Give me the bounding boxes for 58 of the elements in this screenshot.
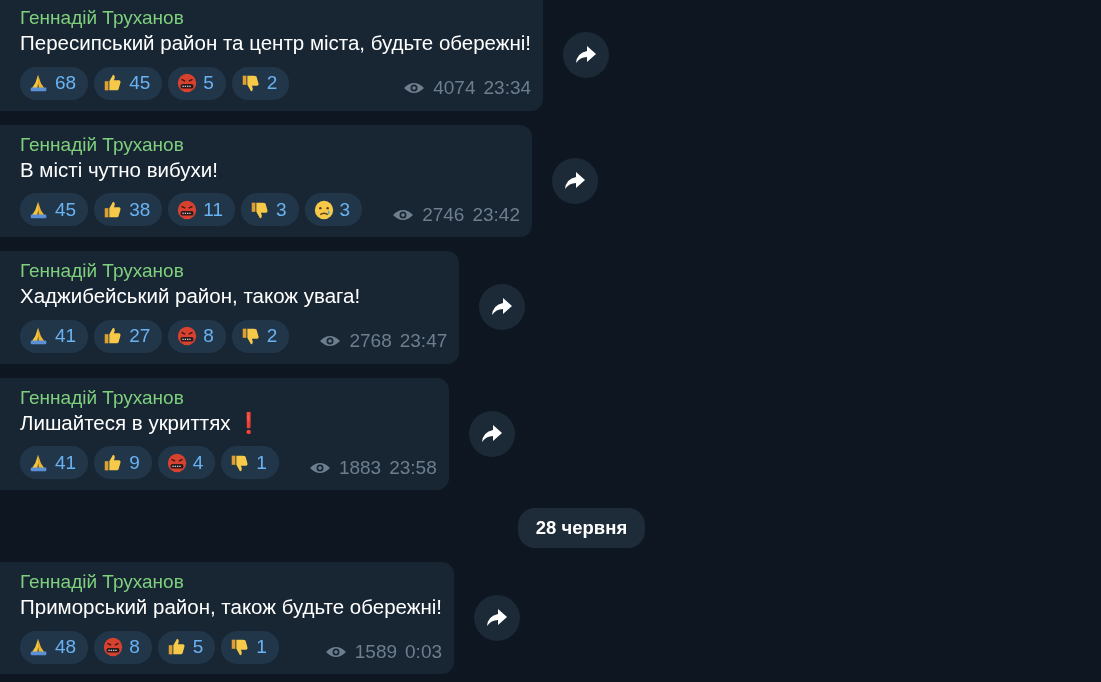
swearing-face-icon — [176, 72, 199, 95]
author-name: Геннадій Труханов — [20, 259, 185, 283]
date-label: 28 червня — [517, 508, 646, 548]
message-time: 23:42 — [472, 202, 520, 227]
swearing-face-icon — [176, 325, 199, 348]
message-text: Пересипський район та центр міста, будьте обережні! — [20, 30, 532, 56]
message-text: Лишайтеся в укриттях ❗ — [20, 409, 264, 436]
reaction-button[interactable]: 48 — [20, 630, 89, 664]
view-count: 4074 — [433, 76, 476, 100]
message-time: 0:03 — [405, 639, 442, 664]
author-name: Геннадій Труханов — [20, 569, 185, 594]
message-text: Приморський район, також будьте обережні! — [20, 593, 442, 620]
author-name: Геннадій Труханов — [20, 385, 185, 410]
share-button[interactable] — [552, 157, 598, 204]
view-count: 2746 — [422, 202, 465, 227]
reaction-button[interactable]: 8 — [168, 319, 226, 353]
reaction-button[interactable]: 38 — [94, 193, 163, 227]
view-count: 2768 — [349, 329, 392, 353]
reaction-button[interactable]: 45 — [94, 66, 163, 100]
reaction-button[interactable]: 2 — [231, 66, 290, 100]
view-count: 1589 — [354, 639, 398, 664]
reaction-button[interactable]: 45 — [20, 193, 89, 227]
swearing-face-icon — [176, 198, 199, 221]
reaction-button[interactable]: 68 — [20, 66, 89, 100]
reaction-button[interactable]: 1 — [221, 446, 279, 480]
message-text: В місті чутно вибухи! — [20, 156, 219, 183]
reaction-button[interactable]: 8 — [94, 630, 152, 664]
eye-icon — [308, 460, 331, 475]
eye-icon — [319, 334, 342, 349]
reaction-button[interactable]: 2 — [231, 319, 290, 353]
reaction-button[interactable]: 4 — [157, 446, 216, 480]
reaction-button[interactable]: 41 — [20, 446, 89, 480]
share-icon — [486, 608, 508, 628]
crying-face-icon — [312, 198, 335, 221]
reaction-button[interactable]: 3 — [304, 193, 363, 227]
reaction-button[interactable]: 9 — [94, 446, 152, 480]
reaction-button[interactable]: 1 — [221, 630, 279, 664]
message-time: 23:34 — [483, 76, 532, 100]
eye-icon — [392, 207, 415, 222]
message-text: Хаджибейський район, також увага! — [20, 283, 362, 309]
eye-icon — [403, 81, 426, 96]
view-count: 1883 — [338, 455, 382, 480]
reaction-button[interactable]: 5 — [157, 630, 216, 664]
author-name: Геннадій Труханов — [20, 6, 185, 30]
reaction-button[interactable]: 41 — [20, 319, 89, 353]
share-button[interactable] — [474, 595, 520, 641]
message-time: 23:58 — [389, 455, 437, 480]
eye-icon — [324, 645, 347, 659]
swearing-face-icon — [165, 451, 188, 474]
share-icon — [564, 170, 586, 191]
share-icon — [480, 423, 503, 444]
reaction-button[interactable]: 3 — [241, 193, 299, 227]
message-time: 23:47 — [399, 329, 448, 353]
reaction-button[interactable]: 27 — [94, 319, 163, 353]
reaction-button[interactable]: 11 — [168, 193, 235, 227]
author-name: Геннадій Труханов — [20, 132, 185, 157]
reaction-button[interactable]: 5 — [168, 66, 226, 100]
swearing-face-icon — [102, 636, 125, 658]
